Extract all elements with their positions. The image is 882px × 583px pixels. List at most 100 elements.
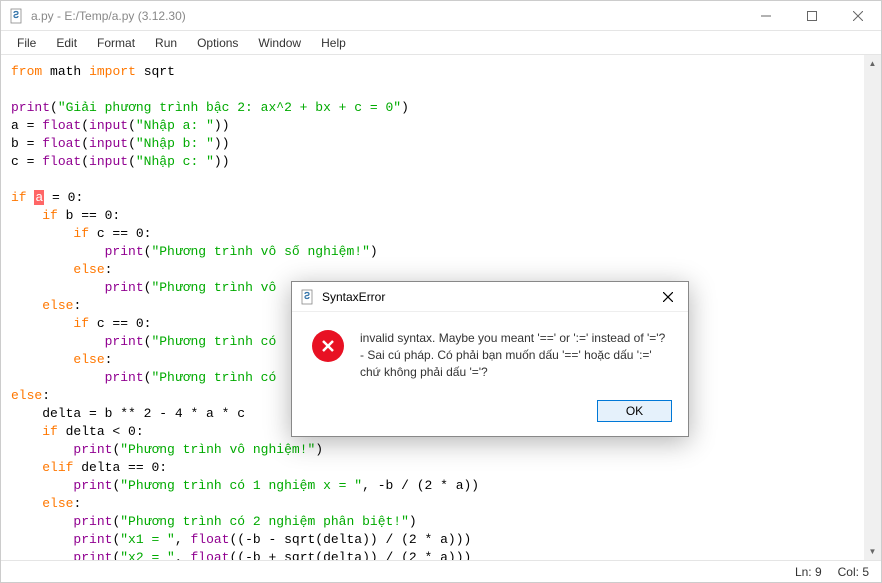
code-token: ((-b + sqrt(delta)) / (2 * a))): [229, 550, 471, 560]
code-token: print: [105, 244, 144, 259]
code-token: import: [89, 64, 136, 79]
error-highlight: a: [34, 190, 44, 205]
code-token: [11, 550, 73, 560]
code-token: ,: [175, 550, 191, 560]
code-token: )): [214, 154, 230, 169]
code-token: ): [401, 100, 409, 115]
code-token: if: [42, 208, 58, 223]
code-token: [11, 262, 73, 277]
code-token: float: [190, 550, 229, 560]
code-token: print: [105, 280, 144, 295]
menu-run[interactable]: Run: [147, 34, 185, 52]
window-controls: [743, 1, 881, 30]
code-token: "Phương trình có 1 nghiệm x = ": [120, 478, 362, 493]
menu-window[interactable]: Window: [250, 34, 309, 52]
code-token: ): [409, 514, 417, 529]
code-token: [11, 478, 73, 493]
code-token: sqrt: [144, 64, 175, 79]
titlebar: a.py - E:/Temp/a.py (3.12.30): [1, 1, 881, 31]
code-token: print: [105, 370, 144, 385]
code-token: if: [42, 424, 58, 439]
code-token: (: [128, 154, 136, 169]
code-token: (: [128, 118, 136, 133]
code-token: else: [73, 352, 104, 367]
menu-options[interactable]: Options: [189, 34, 246, 52]
code-token: "Phương trình vô số nghiệm!": [151, 244, 369, 259]
code-token: float: [42, 154, 81, 169]
dialog-title: SyntaxError: [322, 290, 648, 304]
code-token: else: [11, 388, 42, 403]
code-token: [11, 244, 105, 259]
code-token: from: [11, 64, 42, 79]
python-file-icon: [9, 8, 25, 24]
code-token: "Nhập c: ": [136, 154, 214, 169]
status-line: Ln: 9: [795, 565, 822, 579]
code-token: float: [42, 118, 81, 133]
code-token: [11, 334, 105, 349]
code-token: a =: [11, 118, 42, 133]
statusbar: Ln: 9 Col: 5: [1, 560, 881, 582]
code-token: "x2 = ": [120, 550, 175, 560]
code-token: elif: [42, 460, 73, 475]
code-token: [11, 424, 42, 439]
code-token: else: [42, 298, 73, 313]
code-token: :: [73, 298, 81, 313]
code-token: (: [81, 136, 89, 151]
close-button[interactable]: [835, 1, 881, 30]
code-token: input: [89, 154, 128, 169]
code-token: [11, 406, 42, 421]
code-token: float: [42, 136, 81, 151]
code-token: print: [73, 514, 112, 529]
code-token: [11, 280, 105, 295]
code-token: :: [73, 496, 81, 511]
code-token: "Phương trình có 2 nghiệm phân biệt!": [120, 514, 409, 529]
code-token: input: [89, 118, 128, 133]
code-token: [11, 460, 42, 475]
code-token: print: [73, 478, 112, 493]
code-token: print: [73, 550, 112, 560]
code-token: (: [81, 154, 89, 169]
code-token: (: [81, 118, 89, 133]
scroll-down-arrow-icon[interactable]: ▼: [864, 543, 881, 560]
dialog-close-button[interactable]: [648, 282, 688, 311]
code-token: delta == 0:: [73, 460, 167, 475]
menu-format[interactable]: Format: [89, 34, 143, 52]
code-token: [11, 352, 73, 367]
code-token: b =: [11, 136, 42, 151]
menu-file[interactable]: File: [9, 34, 44, 52]
code-token: else: [42, 496, 73, 511]
code-token: "Giải phương trình bậc 2: ax^2 + bx + c …: [58, 100, 401, 115]
code-token: if: [73, 316, 89, 331]
code-token: "Phương trình có: [151, 370, 276, 385]
code-token: "Phương trình vô: [151, 280, 276, 295]
code-token: float: [190, 532, 229, 547]
code-token: )): [214, 118, 230, 133]
minimize-button[interactable]: [743, 1, 789, 30]
code-token: [11, 496, 42, 511]
menubar: File Edit Format Run Options Window Help: [1, 31, 881, 55]
ok-button[interactable]: OK: [597, 400, 672, 422]
dialog-body: invalid syntax. Maybe you meant '==' or …: [292, 312, 688, 392]
menu-help[interactable]: Help: [313, 34, 354, 52]
scroll-up-arrow-icon[interactable]: ▲: [864, 55, 881, 72]
code-token: if: [73, 226, 89, 241]
code-token: ((-b - sqrt(delta)) / (2 * a))): [229, 532, 471, 547]
maximize-button[interactable]: [789, 1, 835, 30]
python-file-icon: [300, 289, 316, 305]
menu-edit[interactable]: Edit: [48, 34, 85, 52]
code-token: "Phương trình có: [151, 334, 276, 349]
window-title: a.py - E:/Temp/a.py (3.12.30): [31, 9, 743, 23]
code-token: [11, 226, 73, 241]
code-token: [11, 370, 105, 385]
code-token: (: [50, 100, 58, 115]
dialog-titlebar[interactable]: SyntaxError: [292, 282, 688, 312]
code-token: input: [89, 136, 128, 151]
code-token: math: [50, 64, 81, 79]
code-token: else: [73, 262, 104, 277]
code-token: print: [73, 442, 112, 457]
code-token: :: [42, 388, 50, 403]
code-token: print: [105, 334, 144, 349]
error-icon: [312, 330, 344, 362]
code-token: ): [315, 442, 323, 457]
vertical-scrollbar[interactable]: ▲ ▼: [864, 55, 881, 560]
